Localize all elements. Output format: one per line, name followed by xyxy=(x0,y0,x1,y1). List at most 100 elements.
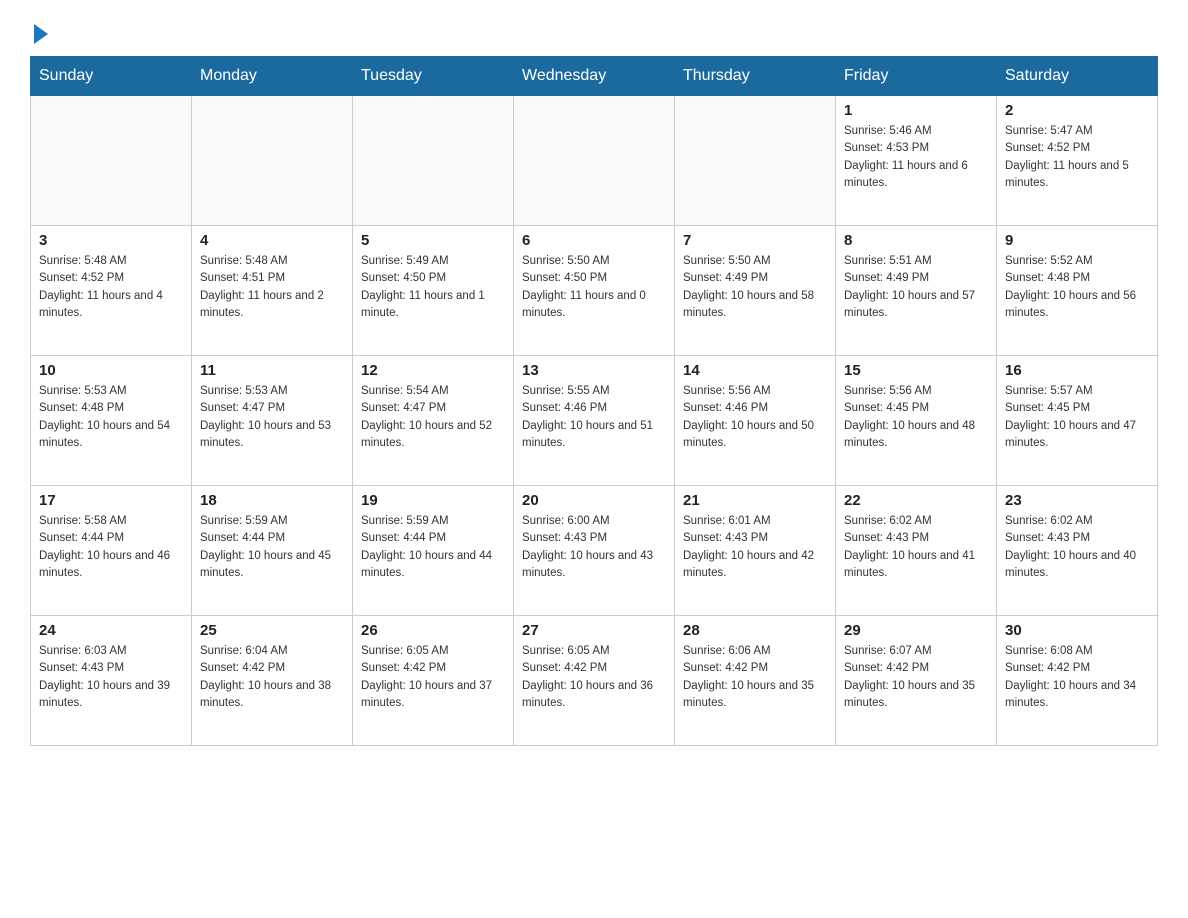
calendar-cell xyxy=(192,96,353,226)
day-info: Sunrise: 5:56 AMSunset: 4:45 PMDaylight:… xyxy=(844,383,988,452)
weekday-header-wednesday: Wednesday xyxy=(514,57,675,96)
day-number: 20 xyxy=(522,492,666,509)
calendar-cell: 30 Sunrise: 6:08 AMSunset: 4:42 PMDayligh… xyxy=(997,616,1158,746)
weekday-header-friday: Friday xyxy=(836,57,997,96)
day-number: 24 xyxy=(39,622,183,639)
calendar-cell: 11 Sunrise: 5:53 AMSunset: 4:47 PMDayligh… xyxy=(192,356,353,486)
day-number: 9 xyxy=(1005,232,1149,249)
day-info: Sunrise: 6:07 AMSunset: 4:42 PMDaylight:… xyxy=(844,643,988,712)
day-info: Sunrise: 6:03 AMSunset: 4:43 PMDaylight:… xyxy=(39,643,183,712)
weekday-header-row: SundayMondayTuesdayWednesdayThursdayFrid… xyxy=(31,57,1158,96)
day-info: Sunrise: 5:53 AMSunset: 4:47 PMDaylight:… xyxy=(200,383,344,452)
calendar-cell: 3Sunrise: 5:48 AMSunset: 4:52 PMDaylight… xyxy=(31,226,192,356)
calendar-cell: 1 Sunrise: 5:46 AMSunset: 4:53 PMDaylight… xyxy=(836,96,997,226)
day-info: Sunrise: 5:50 AMSunset: 4:49 PMDaylight:… xyxy=(683,253,827,322)
day-info: Sunrise: 5:49 AMSunset: 4:50 PMDaylight:… xyxy=(361,253,505,322)
calendar-cell: 6Sunrise: 5:50 AMSunset: 4:50 PMDaylight… xyxy=(514,226,675,356)
day-number: 17 xyxy=(39,492,183,509)
calendar-cell: 14Sunrise: 5:56 AMSunset: 4:46 PMDayligh… xyxy=(675,356,836,486)
day-number: 3 xyxy=(39,232,183,249)
day-number: 26 xyxy=(361,622,505,639)
week-row-3: 10 Sunrise: 5:53 AMSunset: 4:48 PMDayligh… xyxy=(31,356,1158,486)
day-info: Sunrise: 6:02 AMSunset: 4:43 PMDaylight:… xyxy=(844,513,988,582)
day-number: 10 xyxy=(39,362,183,379)
calendar-cell: 22 Sunrise: 6:02 AMSunset: 4:43 PMDayligh… xyxy=(836,486,997,616)
day-number: 13 xyxy=(522,362,666,379)
day-info: Sunrise: 6:08 AMSunset: 4:42 PMDaylight:… xyxy=(1005,643,1149,712)
day-number: 18 xyxy=(200,492,344,509)
day-number: 21 xyxy=(683,492,827,509)
calendar-cell: 7 Sunrise: 5:50 AMSunset: 4:49 PMDaylight… xyxy=(675,226,836,356)
day-number: 15 xyxy=(844,362,988,379)
calendar-cell: 15 Sunrise: 5:56 AMSunset: 4:45 PMDayligh… xyxy=(836,356,997,486)
day-info: Sunrise: 5:55 AMSunset: 4:46 PMDaylight:… xyxy=(522,383,666,452)
day-info: Sunrise: 5:50 AMSunset: 4:50 PMDaylight:… xyxy=(522,253,666,322)
calendar-cell: 21 Sunrise: 6:01 AMSunset: 4:43 PMDayligh… xyxy=(675,486,836,616)
day-number: 8 xyxy=(844,232,988,249)
day-info: Sunrise: 5:58 AMSunset: 4:44 PMDaylight:… xyxy=(39,513,183,582)
calendar-cell: 16Sunrise: 5:57 AMSunset: 4:45 PMDayligh… xyxy=(997,356,1158,486)
day-number: 25 xyxy=(200,622,344,639)
day-number: 27 xyxy=(522,622,666,639)
calendar-cell: 29 Sunrise: 6:07 AMSunset: 4:42 PMDayligh… xyxy=(836,616,997,746)
calendar-cell: 12 Sunrise: 5:54 AMSunset: 4:47 PMDayligh… xyxy=(353,356,514,486)
day-info: Sunrise: 5:48 AMSunset: 4:51 PMDaylight:… xyxy=(200,253,344,322)
day-number: 7 xyxy=(683,232,827,249)
day-info: Sunrise: 5:54 AMSunset: 4:47 PMDaylight:… xyxy=(361,383,505,452)
calendar-cell: 13 Sunrise: 5:55 AMSunset: 4:46 PMDayligh… xyxy=(514,356,675,486)
day-info: Sunrise: 5:47 AMSunset: 4:52 PMDaylight:… xyxy=(1005,123,1149,192)
calendar-cell: 18 Sunrise: 5:59 AMSunset: 4:44 PMDayligh… xyxy=(192,486,353,616)
day-number: 1 xyxy=(844,102,988,119)
calendar-cell: 28 Sunrise: 6:06 AMSunset: 4:42 PMDayligh… xyxy=(675,616,836,746)
weekday-header-sunday: Sunday xyxy=(31,57,192,96)
calendar-cell xyxy=(514,96,675,226)
calendar-cell: 27 Sunrise: 6:05 AMSunset: 4:42 PMDayligh… xyxy=(514,616,675,746)
day-info: Sunrise: 5:59 AMSunset: 4:44 PMDaylight:… xyxy=(361,513,505,582)
day-number: 29 xyxy=(844,622,988,639)
day-info: Sunrise: 6:06 AMSunset: 4:42 PMDaylight:… xyxy=(683,643,827,712)
weekday-header-thursday: Thursday xyxy=(675,57,836,96)
day-info: Sunrise: 5:52 AMSunset: 4:48 PMDaylight:… xyxy=(1005,253,1149,322)
day-info: Sunrise: 6:01 AMSunset: 4:43 PMDaylight:… xyxy=(683,513,827,582)
day-info: Sunrise: 6:05 AMSunset: 4:42 PMDaylight:… xyxy=(361,643,505,712)
calendar-table: SundayMondayTuesdayWednesdayThursdayFrid… xyxy=(30,56,1158,746)
calendar-cell: 9 Sunrise: 5:52 AMSunset: 4:48 PMDaylight… xyxy=(997,226,1158,356)
logo xyxy=(30,20,48,40)
day-info: Sunrise: 6:04 AMSunset: 4:42 PMDaylight:… xyxy=(200,643,344,712)
calendar-cell xyxy=(31,96,192,226)
day-info: Sunrise: 5:53 AMSunset: 4:48 PMDaylight:… xyxy=(39,383,183,452)
day-number: 5 xyxy=(361,232,505,249)
calendar-cell: 8 Sunrise: 5:51 AMSunset: 4:49 PMDaylight… xyxy=(836,226,997,356)
calendar-body: 1 Sunrise: 5:46 AMSunset: 4:53 PMDaylight… xyxy=(31,96,1158,746)
calendar-cell: 2 Sunrise: 5:47 AMSunset: 4:52 PMDaylight… xyxy=(997,96,1158,226)
week-row-1: 1 Sunrise: 5:46 AMSunset: 4:53 PMDaylight… xyxy=(31,96,1158,226)
calendar-header: SundayMondayTuesdayWednesdayThursdayFrid… xyxy=(31,57,1158,96)
day-number: 4 xyxy=(200,232,344,249)
calendar-cell: 25 Sunrise: 6:04 AMSunset: 4:42 PMDayligh… xyxy=(192,616,353,746)
day-number: 30 xyxy=(1005,622,1149,639)
weekday-header-saturday: Saturday xyxy=(997,57,1158,96)
calendar-cell: 5 Sunrise: 5:49 AMSunset: 4:50 PMDaylight… xyxy=(353,226,514,356)
day-info: Sunrise: 5:59 AMSunset: 4:44 PMDaylight:… xyxy=(200,513,344,582)
day-info: Sunrise: 5:57 AMSunset: 4:45 PMDaylight:… xyxy=(1005,383,1149,452)
calendar-cell: 23Sunrise: 6:02 AMSunset: 4:43 PMDayligh… xyxy=(997,486,1158,616)
weekday-header-tuesday: Tuesday xyxy=(353,57,514,96)
logo-arrow-icon xyxy=(34,24,48,44)
day-number: 22 xyxy=(844,492,988,509)
page-header xyxy=(30,20,1158,40)
week-row-5: 24 Sunrise: 6:03 AMSunset: 4:43 PMDayligh… xyxy=(31,616,1158,746)
day-number: 2 xyxy=(1005,102,1149,119)
week-row-2: 3Sunrise: 5:48 AMSunset: 4:52 PMDaylight… xyxy=(31,226,1158,356)
day-info: Sunrise: 6:05 AMSunset: 4:42 PMDaylight:… xyxy=(522,643,666,712)
calendar-cell xyxy=(353,96,514,226)
calendar-cell: 24 Sunrise: 6:03 AMSunset: 4:43 PMDayligh… xyxy=(31,616,192,746)
calendar-cell: 26 Sunrise: 6:05 AMSunset: 4:42 PMDayligh… xyxy=(353,616,514,746)
calendar-cell xyxy=(675,96,836,226)
day-number: 28 xyxy=(683,622,827,639)
week-row-4: 17 Sunrise: 5:58 AMSunset: 4:44 PMDayligh… xyxy=(31,486,1158,616)
day-number: 23 xyxy=(1005,492,1149,509)
day-number: 11 xyxy=(200,362,344,379)
day-info: Sunrise: 5:51 AMSunset: 4:49 PMDaylight:… xyxy=(844,253,988,322)
day-number: 12 xyxy=(361,362,505,379)
day-info: Sunrise: 5:46 AMSunset: 4:53 PMDaylight:… xyxy=(844,123,988,192)
